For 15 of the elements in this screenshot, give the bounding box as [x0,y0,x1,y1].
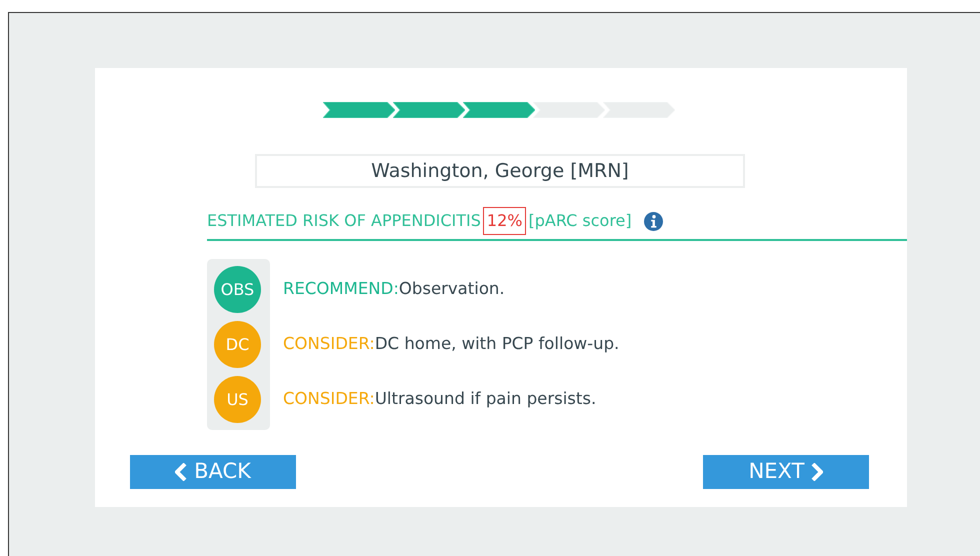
recommendation-text: RECOMMEND:Observation. [283,278,506,300]
risk-label: ESTIMATED RISK OF APPENDICITIS [207,210,481,232]
risk-percentage: 12% [482,207,526,235]
next-button[interactable]: NEXT [703,455,869,489]
chevron-icon [810,463,824,481]
info-icon[interactable] [644,212,663,230]
chevron-icon [175,463,188,481]
recommendation-badge: OBS [214,266,261,313]
recommendation-badge: DC [214,321,261,368]
score-name: [pARC score] [528,210,632,232]
recommendation-badge: US [214,376,261,423]
back-button[interactable]: BACK [130,455,296,489]
patient-name-field: Washington, George [MRN] [255,154,745,188]
recommendation-text: CONSIDER:Ultrasound if pain persists. [283,388,598,410]
recommendation-text: CONSIDER:DC home, with PCP follow-up. [283,333,620,356]
